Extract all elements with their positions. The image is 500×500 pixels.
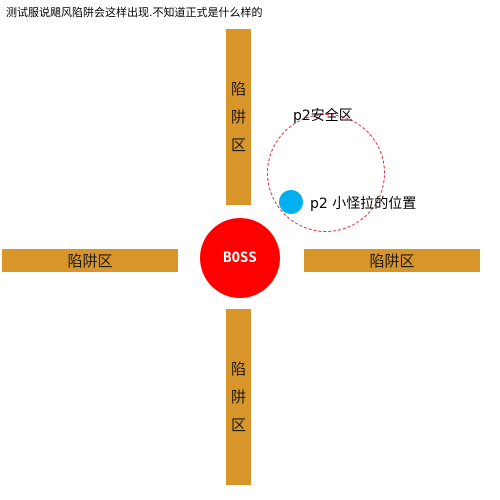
p2-marker [279,190,303,214]
trap-zone-top-char: 陷 [230,80,246,98]
trap-zone-left-label: 陷阱区 [67,252,113,270]
trap-zone-top: 陷 阱 区 [226,29,251,205]
trap-zone-top-char: 区 [230,136,246,154]
trap-zone-bottom-char: 阱 [230,388,246,406]
trap-zone-right: 陷阱区 [304,249,480,272]
trap-zone-left: 陷阱区 [2,249,178,272]
boss-marker: BOSS [200,218,280,298]
trap-zone-top-char: 阱 [230,108,246,126]
trap-zone-bottom-char: 区 [230,416,246,434]
boss-label: BOSS [223,250,257,266]
caption-text: 测试服说飓风陷阱会这样出现.不知道正式是什么样的 [6,6,263,19]
trap-zone-bottom-char: 陷 [230,360,246,378]
trap-zone-right-label: 陷阱区 [369,252,415,270]
p2-label: p2 小怪拉的位置 [310,196,417,212]
trap-zone-bottom: 陷 阱 区 [226,309,251,485]
safe-zone-circle [267,114,385,232]
safe-zone-label: p2安全区 [293,108,353,124]
